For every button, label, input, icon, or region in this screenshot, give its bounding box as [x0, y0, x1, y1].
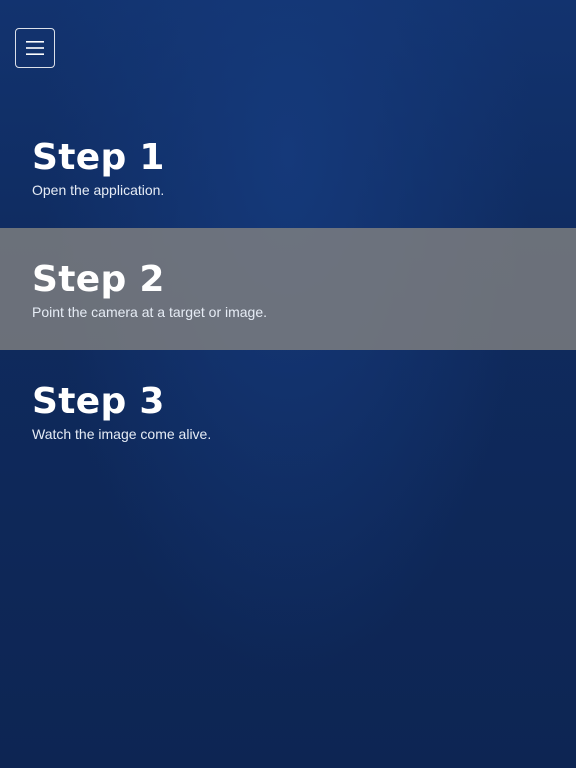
step-3-title: Step 3 [32, 381, 165, 422]
menu-button[interactable] [15, 28, 55, 68]
step-2-title: Step 2 [32, 259, 165, 300]
step-2-description: Point the camera at a target or image. [32, 304, 268, 320]
step-2-section: Step 2 Point the camera at a target or i… [0, 228, 576, 350]
step-3-description: Watch the image come alive. [32, 426, 212, 442]
step-1-title: Step 1 [32, 137, 165, 178]
step-1-description: Open the application. [32, 182, 165, 198]
hamburger-menu-icon [26, 41, 44, 55]
step-3-section: Step 3 Watch the image come alive. [0, 350, 576, 472]
step-1-section: Step 1 Open the application. [0, 106, 576, 228]
